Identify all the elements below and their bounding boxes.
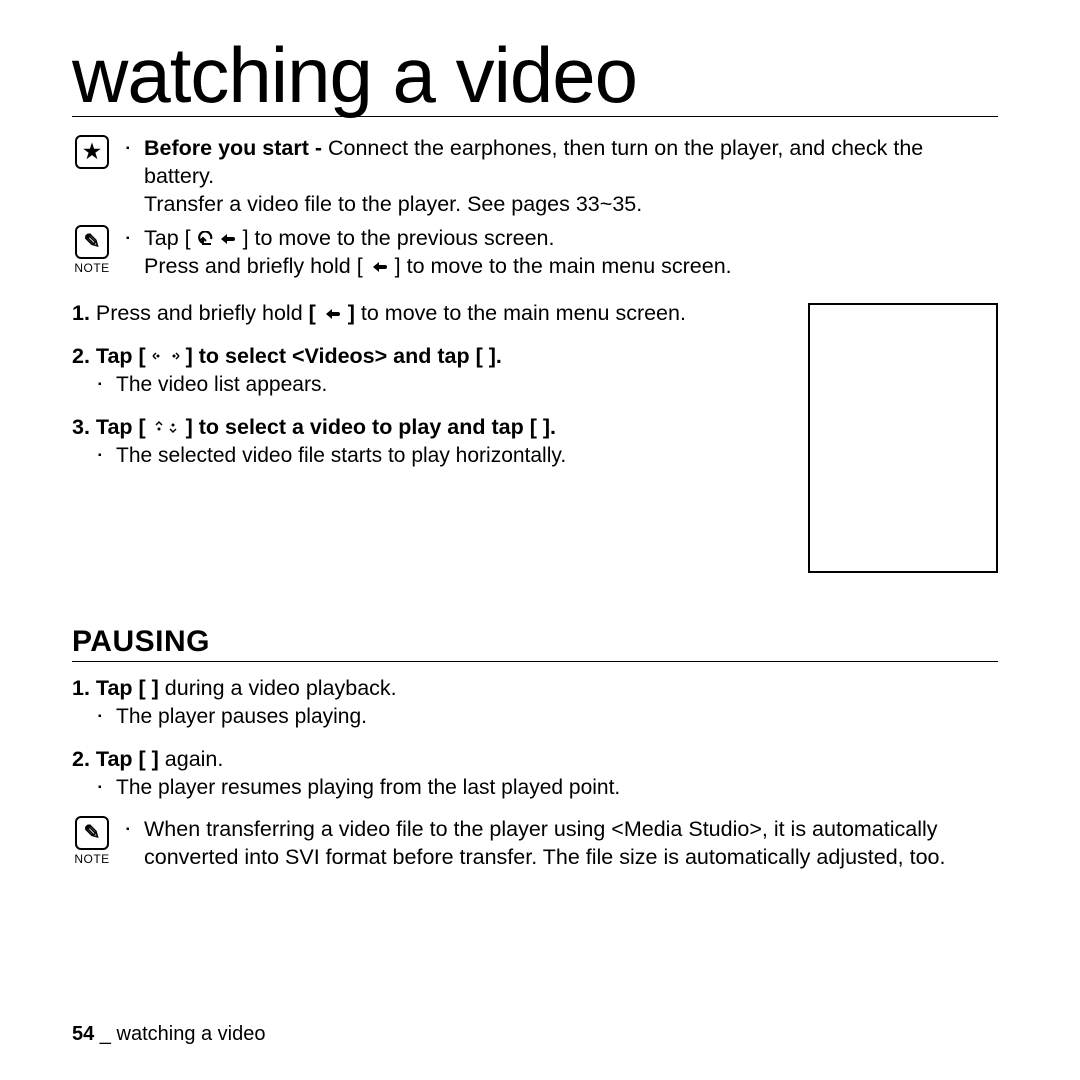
step-1: 1. Press and briefly hold [ ] to move to…: [72, 299, 784, 328]
pausing-heading: PAUSING: [72, 625, 998, 662]
back-icon: [322, 306, 342, 322]
before-you-start-text: Before you start - Connect the earphones…: [144, 135, 998, 191]
note-block-2: ✎ NOTE ▪ When transferring a video file …: [72, 816, 998, 872]
left-right-icon: [152, 349, 180, 363]
back-icon: [369, 259, 389, 275]
star-info-block: ★ ▪ Before you start - Connect the earph…: [72, 135, 998, 219]
step-2: 2. Tap [ ] to select <Videos> and tap [ …: [72, 342, 784, 399]
bullet-icon: ▪: [126, 816, 136, 872]
note-icon: ✎: [75, 225, 109, 259]
bullet-icon: ▪: [98, 442, 108, 470]
note-label: NOTE: [72, 852, 112, 866]
note1-line2: Press and briefly hold [ ] to move to th…: [126, 253, 732, 281]
device-screen-placeholder: [808, 303, 998, 573]
page-title: watching a video: [72, 36, 998, 117]
note-icon: ✎: [75, 816, 109, 850]
step-3: 3. Tap [ ] to select a video to play and…: [72, 413, 784, 470]
up-down-icon: [152, 420, 180, 434]
bullet-icon: ▪: [98, 703, 108, 731]
page-footer: 54 _ watching a video: [72, 1023, 265, 1046]
bullet-icon: ▪: [98, 371, 108, 399]
note-label: NOTE: [72, 261, 112, 275]
pause-step-2: 2. Tap [ ] again. ▪The player resumes pl…: [72, 745, 998, 802]
bullet-icon: ▪: [98, 774, 108, 802]
pausing-steps: 1. Tap [ ] during a video playback. ▪The…: [72, 674, 998, 803]
note-block-1: ✎ NOTE ▪ Tap [ ] to move to the previous…: [72, 225, 998, 281]
pause-step-1: 1. Tap [ ] during a video playback. ▪The…: [72, 674, 998, 731]
note1-line1: Tap [ ] to move to the previous screen.: [144, 225, 554, 253]
star-icon: ★: [75, 135, 109, 169]
transfer-text: Transfer a video file to the player. See…: [126, 191, 998, 219]
back-icon: [217, 231, 237, 247]
main-steps: 1. Press and briefly hold [ ] to move to…: [72, 299, 784, 573]
bullet-icon: ▪: [126, 225, 136, 253]
note2-text: When transferring a video file to the pl…: [144, 816, 998, 872]
bullet-icon: ▪: [126, 135, 136, 191]
